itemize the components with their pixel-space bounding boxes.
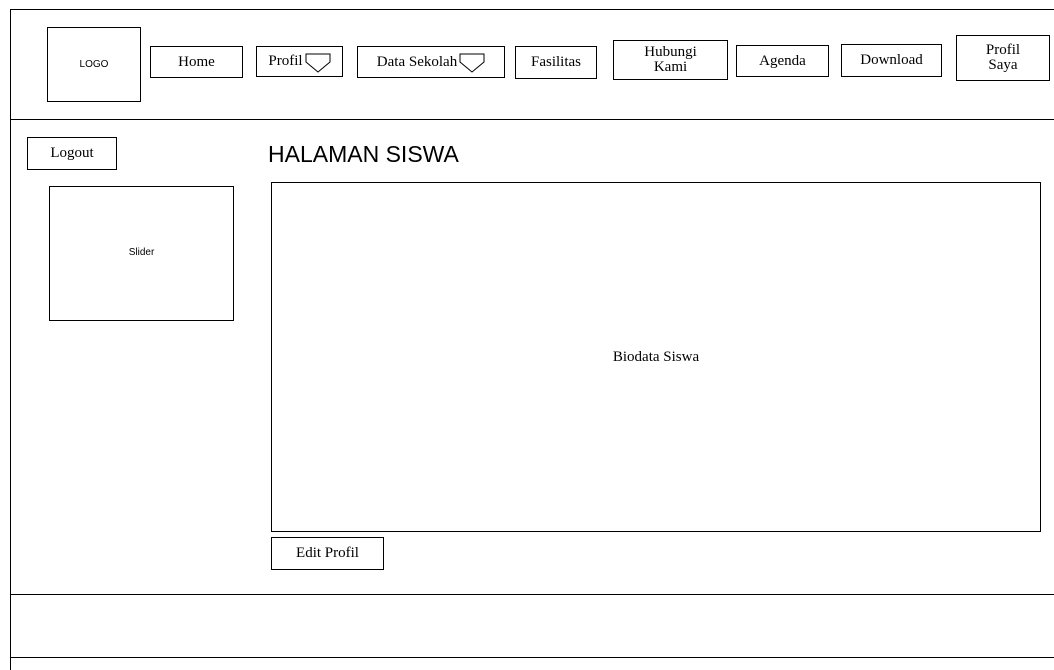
nav-home-button[interactable]: Home <box>150 46 243 78</box>
edit-profil-button[interactable]: Edit Profil <box>271 537 384 570</box>
slider-placeholder: Slider <box>49 186 234 321</box>
frame-top-border <box>10 9 1054 10</box>
edit-profil-label: Edit Profil <box>296 545 359 561</box>
nav-profil-saya-label: Profil Saya <box>985 42 1021 73</box>
nav-fasilitas-label: Fasilitas <box>530 54 581 70</box>
nav-profil-saya-button[interactable]: Profil Saya <box>956 35 1050 81</box>
footer-top-divider <box>10 594 1054 595</box>
nav-agenda-label: Agenda <box>759 52 806 69</box>
logo-label: LOGO <box>79 59 109 70</box>
nav-download-label: Download <box>860 52 923 68</box>
logout-label: Logout <box>50 145 94 161</box>
nav-fasilitas-button[interactable]: Fasilitas <box>515 46 597 79</box>
nav-data-sekolah-label: Data Sekolah <box>376 53 458 70</box>
nav-hubungi-kami-button[interactable]: Hubungi Kami <box>613 40 728 80</box>
nav-home-label: Home <box>178 53 215 70</box>
footer-bottom-divider <box>10 657 1054 658</box>
slider-label: Slider <box>128 247 155 258</box>
logout-button[interactable]: Logout <box>27 137 117 170</box>
nav-agenda-button[interactable]: Agenda <box>736 45 829 77</box>
nav-profil-label: Profil <box>268 53 303 69</box>
logo-placeholder: LOGO <box>47 27 141 102</box>
nav-hubungi-kami-label: Hubungi Kami <box>644 44 697 75</box>
biodata-panel: Biodata Siswa <box>271 182 1041 532</box>
page-title: HALAMAN SISWA <box>268 141 459 167</box>
frame-left-border <box>10 9 11 670</box>
biodata-label: Biodata Siswa <box>612 348 700 365</box>
nav-profil-dropdown[interactable]: Profil <box>256 46 343 77</box>
chevron-down-icon <box>459 53 485 73</box>
nav-data-sekolah-dropdown[interactable]: Data Sekolah <box>357 46 505 78</box>
header-divider <box>10 119 1054 120</box>
nav-download-button[interactable]: Download <box>841 44 942 77</box>
chevron-down-icon <box>305 53 331 73</box>
